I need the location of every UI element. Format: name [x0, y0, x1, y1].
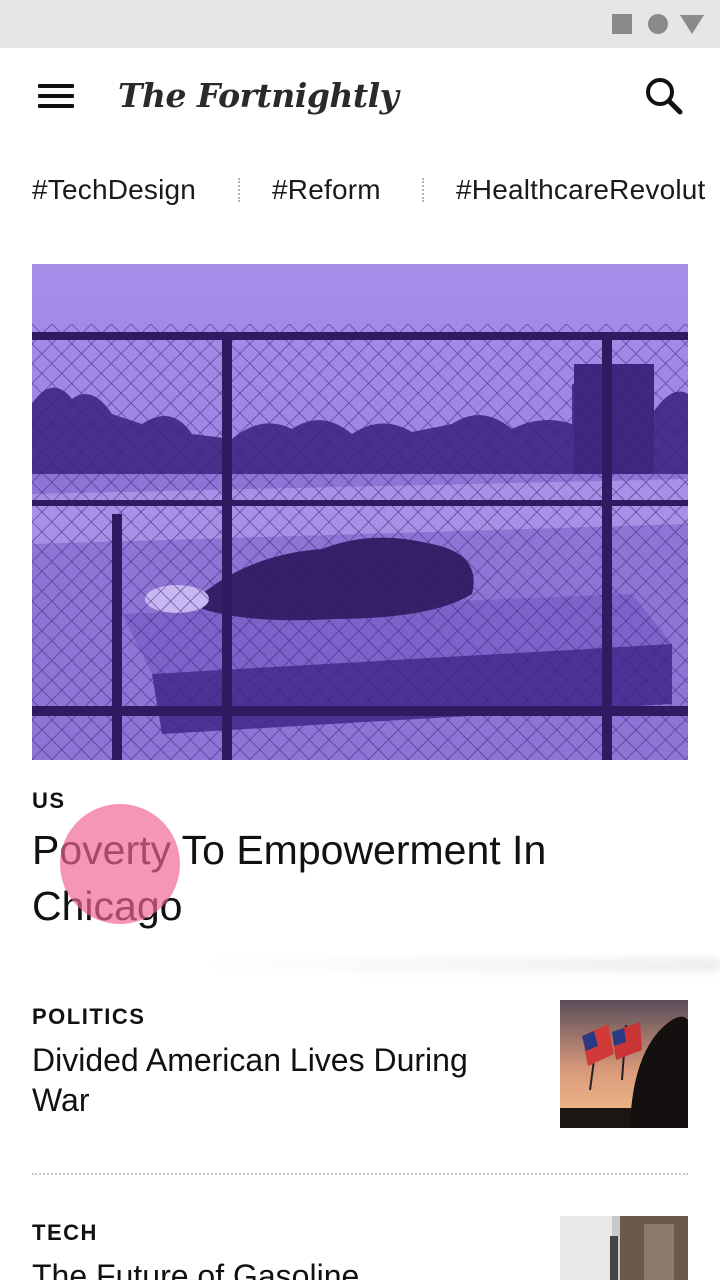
app-bar: The Fortnightly: [0, 48, 720, 144]
hero-category[interactable]: US: [32, 788, 66, 814]
search-icon[interactable]: [640, 72, 688, 120]
square-icon: [612, 14, 632, 34]
story-thumbnail[interactable]: [560, 1216, 688, 1280]
tag-divider: [238, 178, 240, 202]
status-bar: [0, 0, 720, 48]
hero-headline[interactable]: Poverty To Empowerment In Chicago: [32, 822, 652, 934]
story-category[interactable]: POLITICS: [32, 1004, 145, 1030]
story-headline[interactable]: The Future of Gasoline: [32, 1256, 532, 1280]
tag-strip[interactable]: #TechDesign #Reform #HealthcareRevolut: [0, 160, 720, 220]
app-logo[interactable]: The Fortnightly: [118, 72, 399, 120]
hero-image[interactable]: [32, 264, 688, 760]
story-item[interactable]: TECH The Future of Gasoline: [0, 1216, 720, 1280]
tag-healthcare-revolution[interactable]: #HealthcareRevolut: [456, 172, 706, 208]
tag-reform[interactable]: #Reform: [272, 172, 381, 208]
story-item[interactable]: POLITICS Divided American Lives During W…: [0, 1000, 720, 1160]
story-divider: [32, 1173, 688, 1175]
story-thumbnail[interactable]: [560, 1000, 688, 1128]
card-shadow: [200, 958, 720, 972]
story-headline[interactable]: Divided American Lives During War: [32, 1040, 532, 1120]
circle-icon: [648, 14, 668, 34]
hamburger-menu-icon[interactable]: [28, 72, 84, 120]
story-category[interactable]: TECH: [32, 1220, 98, 1246]
triangle-icon: [680, 15, 704, 34]
tag-divider: [422, 178, 424, 202]
tag-techdesign[interactable]: #TechDesign: [32, 172, 196, 208]
